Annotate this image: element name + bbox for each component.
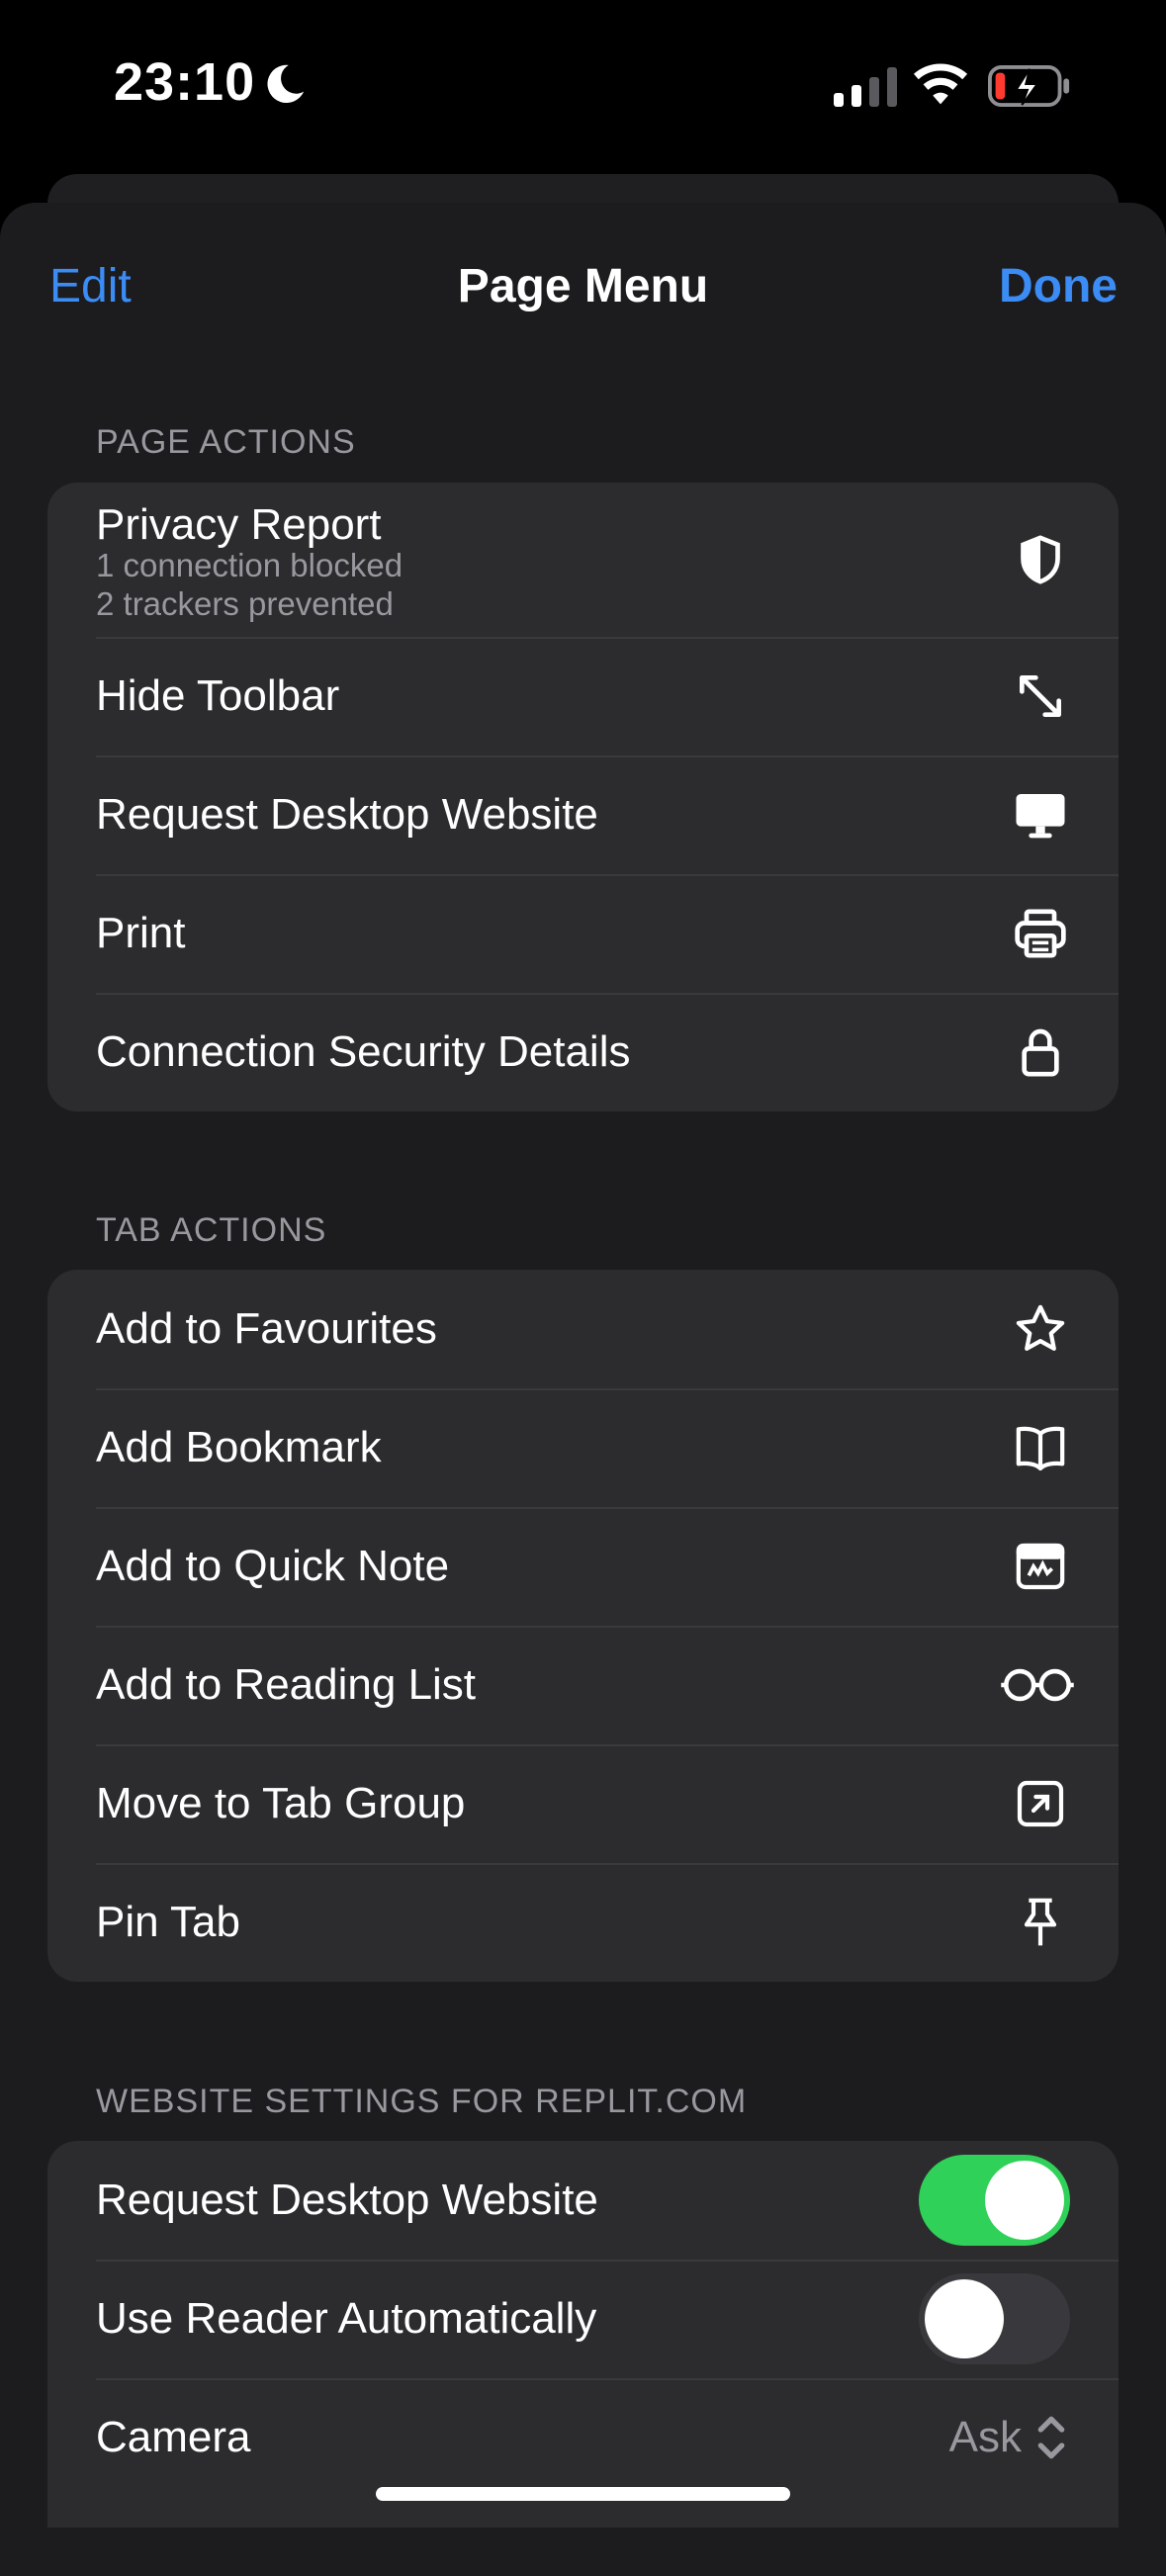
pin-tab-row[interactable]: Pin Tab [47, 1863, 1119, 1982]
privacy-trackers-prevented: 2 trackers prevented [96, 585, 394, 622]
add-to-quick-note-label: Add to Quick Note [96, 1542, 450, 1590]
star-icon [1011, 1299, 1070, 1359]
hide-toolbar-row[interactable]: Hide Toolbar [47, 637, 1119, 755]
use-reader-automatically-label: Use Reader Automatically [96, 2294, 597, 2343]
request-desktop-website-setting-label: Request Desktop Website [96, 2176, 598, 2224]
request-desktop-website-row[interactable]: Request Desktop Website [47, 755, 1119, 874]
status-bar: 23:10 [0, 0, 1166, 168]
camera-label: Camera [96, 2413, 251, 2461]
section-header-page-actions: PAGE ACTIONS [96, 423, 356, 461]
glasses-icon [998, 1655, 1077, 1715]
status-time: 23:10 [114, 52, 256, 112]
tab-group-icon [1011, 1774, 1070, 1833]
battery-charging-icon [988, 65, 1070, 107]
add-to-quick-note-row[interactable]: Add to Quick Note [47, 1507, 1119, 1626]
connection-security-details-label: Connection Security Details [96, 1027, 631, 1076]
add-bookmark-label: Add Bookmark [96, 1423, 382, 1471]
use-reader-automatically-toggle[interactable] [919, 2273, 1070, 2364]
wifi-icon [913, 63, 968, 105]
website-settings-group: Request Desktop Website Use Reader Autom… [47, 2141, 1119, 2528]
add-to-reading-list-row[interactable]: Add to Reading List [47, 1626, 1119, 1744]
hide-toolbar-label: Hide Toolbar [96, 671, 340, 720]
quick-note-icon [1011, 1537, 1070, 1596]
toggle-knob [985, 2161, 1064, 2240]
cellular-signal-icon [834, 67, 897, 107]
book-icon [1011, 1418, 1070, 1477]
section-header-website-settings: WEBSITE SETTINGS FOR REPLIT.COM [96, 2083, 748, 2120]
use-reader-automatically-row: Use Reader Automatically [47, 2260, 1119, 2378]
privacy-report-row[interactable]: Privacy Report 1 connection blocked 2 tr… [47, 483, 1119, 637]
page-title: Page Menu [457, 260, 709, 312]
request-desktop-website-label: Request Desktop Website [96, 790, 598, 839]
desktop-icon [1011, 785, 1070, 844]
printer-icon [1011, 904, 1070, 963]
print-label: Print [96, 909, 186, 957]
home-indicator [376, 2487, 790, 2501]
request-desktop-website-toggle[interactable] [919, 2155, 1070, 2246]
add-bookmark-row[interactable]: Add Bookmark [47, 1388, 1119, 1507]
shield-icon [1011, 530, 1070, 589]
section-header-tab-actions: TAB ACTIONS [96, 1211, 327, 1249]
toggle-knob [925, 2279, 1004, 2358]
print-row[interactable]: Print [47, 874, 1119, 993]
page-actions-group: Privacy Report 1 connection blocked 2 tr… [47, 483, 1119, 1111]
camera-setting-row[interactable]: Camera Ask [47, 2378, 1119, 2497]
tab-actions-group: Add to Favourites Add Bookmark Add to Qu… [47, 1270, 1119, 1982]
expand-arrows-icon [1011, 666, 1070, 726]
add-to-reading-list-label: Add to Reading List [96, 1660, 477, 1709]
move-to-tab-group-label: Move to Tab Group [96, 1779, 466, 1827]
pin-icon [1011, 1893, 1070, 1952]
connection-security-details-row[interactable]: Connection Security Details [47, 993, 1119, 1111]
done-button[interactable]: Done [999, 259, 1118, 313]
add-to-favourites-label: Add to Favourites [96, 1304, 437, 1353]
privacy-connections-blocked: 1 connection blocked [96, 547, 404, 583]
add-to-favourites-row[interactable]: Add to Favourites [47, 1270, 1119, 1388]
moon-icon [267, 64, 305, 104]
request-desktop-website-setting-row: Request Desktop Website [47, 2141, 1119, 2260]
chevron-up-down-icon [1037, 2416, 1065, 2459]
lock-icon [1011, 1022, 1070, 1082]
pin-tab-label: Pin Tab [96, 1898, 240, 1946]
move-to-tab-group-row[interactable]: Move to Tab Group [47, 1744, 1119, 1863]
camera-permission-value: Ask [948, 2413, 1022, 2461]
